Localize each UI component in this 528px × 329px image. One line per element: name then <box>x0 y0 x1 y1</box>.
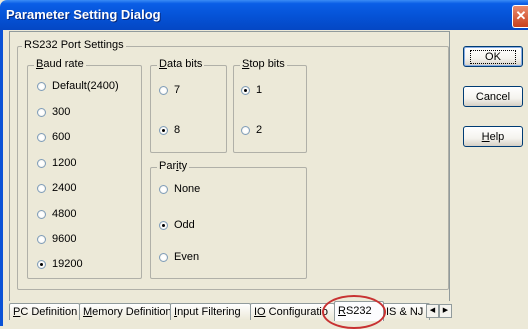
baud-rate-option[interactable]: 9600 <box>37 233 76 245</box>
baud-rate-option[interactable]: 300 <box>37 106 70 118</box>
radio-indicator[interactable] <box>159 184 168 194</box>
close-icon: ✕ <box>515 8 527 23</box>
chevron-left-icon: ◀ <box>429 307 436 314</box>
parity-option[interactable]: Even <box>159 251 199 263</box>
tab[interactable]: IS & NJ <box>382 303 430 320</box>
radio-indicator[interactable] <box>159 252 168 262</box>
radio-indicator[interactable] <box>37 183 46 193</box>
radio-indicator[interactable] <box>159 85 168 95</box>
radio-label: 1200 <box>52 157 77 169</box>
parity-option[interactable]: None <box>159 183 200 195</box>
radio-indicator[interactable] <box>37 209 46 219</box>
stop-bits-label: Stop bits <box>240 58 287 70</box>
data-bits-label: Data bits <box>157 58 205 70</box>
cancel-button[interactable]: Cancel <box>463 86 523 107</box>
stop-bits-option[interactable]: 1 <box>241 84 262 96</box>
title-bar: Parameter Setting Dialog ✕ <box>0 0 528 30</box>
annotation-highlight-circle <box>322 295 386 329</box>
baud-rate-group: Baud rate <box>27 58 142 279</box>
baud-rate-label: Baud rate <box>34 58 86 70</box>
tab[interactable]: Input Filtering <box>170 303 251 320</box>
stop-bits-option[interactable]: 2 <box>241 124 262 136</box>
radio-label: 300 <box>52 106 71 118</box>
radio-label: 1 <box>256 84 263 96</box>
help-button[interactable]: Help <box>463 126 523 147</box>
radio-label: Default(2400) <box>52 80 119 92</box>
radio-indicator[interactable] <box>37 107 46 117</box>
window-frame-left <box>0 30 3 326</box>
ok-button[interactable]: OK <box>463 46 523 67</box>
tab-scroll-left[interactable]: ◀ <box>426 304 439 318</box>
baud-rate-option[interactable]: 19200 <box>37 258 83 270</box>
radio-label: Even <box>174 251 200 263</box>
radio-indicator[interactable] <box>37 132 46 142</box>
radio-label: Odd <box>174 219 195 231</box>
baud-rate-option[interactable]: 2400 <box>37 182 76 194</box>
close-button[interactable]: ✕ <box>512 5 528 28</box>
radio-label: 4800 <box>52 208 77 220</box>
rs232-group-label: RS232 Port Settings <box>22 39 126 51</box>
baud-rate-option[interactable]: 600 <box>37 131 70 143</box>
radio-label: 19200 <box>52 258 83 270</box>
radio-label: 7 <box>174 84 181 96</box>
radio-indicator[interactable] <box>37 158 46 168</box>
parity-option[interactable]: Odd <box>159 219 195 231</box>
stop-bits-group: Stop bits <box>233 58 307 153</box>
radio-label: 8 <box>174 124 181 136</box>
radio-indicator[interactable] <box>37 259 46 269</box>
radio-indicator[interactable] <box>37 234 46 244</box>
data-bits-option[interactable]: 8 <box>159 124 180 136</box>
tab[interactable]: PC Definition <box>9 303 80 320</box>
radio-label: 9600 <box>52 233 77 245</box>
window-title: Parameter Setting Dialog <box>6 7 161 22</box>
baud-rate-option[interactable]: 4800 <box>37 208 76 220</box>
radio-indicator[interactable] <box>159 220 168 230</box>
radio-indicator[interactable] <box>241 125 250 135</box>
radio-indicator[interactable] <box>159 125 168 135</box>
tab[interactable]: Memory Definition <box>79 303 171 320</box>
chevron-right-icon: ▶ <box>442 307 449 314</box>
radio-label: 600 <box>52 131 71 143</box>
data-bits-group: Data bits <box>150 58 227 153</box>
baud-rate-option[interactable]: Default(2400) <box>37 80 119 92</box>
baud-rate-option[interactable]: 1200 <box>37 157 76 169</box>
radio-label: None <box>174 183 201 195</box>
radio-label: 2 <box>256 124 263 136</box>
tab-scroll-right[interactable]: ▶ <box>439 304 452 318</box>
parity-label: Parity <box>157 160 190 172</box>
radio-indicator[interactable] <box>37 81 46 91</box>
data-bits-option[interactable]: 7 <box>159 84 180 96</box>
radio-label: 2400 <box>52 182 77 194</box>
radio-indicator[interactable] <box>241 85 250 95</box>
